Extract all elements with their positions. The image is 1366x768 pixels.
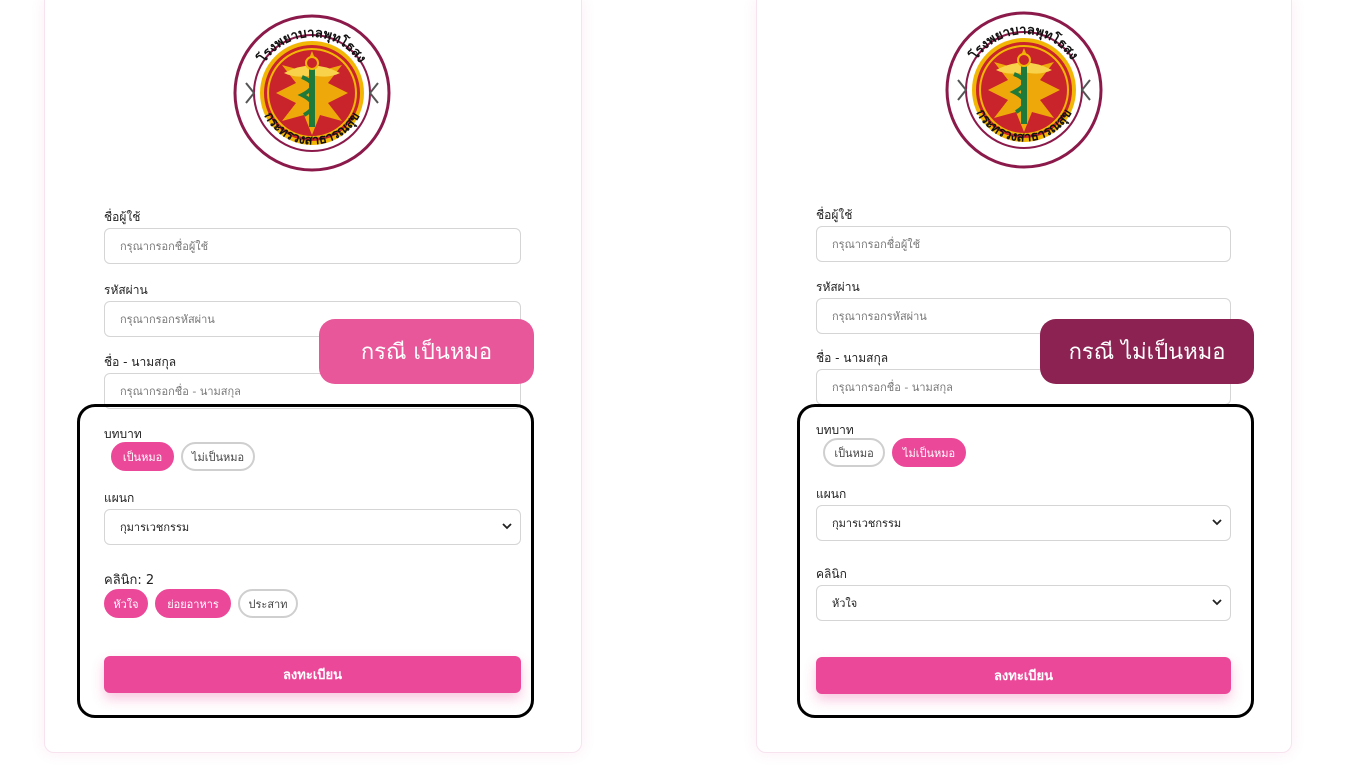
callout-doctor: กรณี เป็นหมอ bbox=[319, 319, 534, 384]
username-input[interactable]: กรุณากรอกชื่อผู้ใช้ bbox=[816, 226, 1231, 262]
role-section-highlight-frame bbox=[77, 404, 534, 718]
hospital-seal-logo: โรงพยาบาลพุทโธสง กระทรวงสาธารณสุข bbox=[233, 14, 391, 172]
fullname-label: ชื่อ - นามสกุล bbox=[104, 355, 177, 369]
username-label: ชื่อผู้ใช้ bbox=[104, 210, 141, 224]
password-label: รหัสผ่าน bbox=[816, 280, 860, 294]
password-label: รหัสผ่าน bbox=[104, 283, 148, 297]
callout-non-doctor: กรณี ไม่เป็นหมอ bbox=[1040, 319, 1254, 384]
username-input[interactable]: กรุณากรอกชื่อผู้ใช้ bbox=[104, 228, 521, 264]
hospital-seal-logo: โรงพยาบาลพุทโธสง กระทรวงสาธารณสุข bbox=[945, 11, 1103, 169]
username-label: ชื่อผู้ใช้ bbox=[816, 208, 853, 222]
fullname-label: ชื่อ - นามสกุล bbox=[816, 351, 889, 365]
role-section-highlight-frame bbox=[797, 404, 1254, 718]
